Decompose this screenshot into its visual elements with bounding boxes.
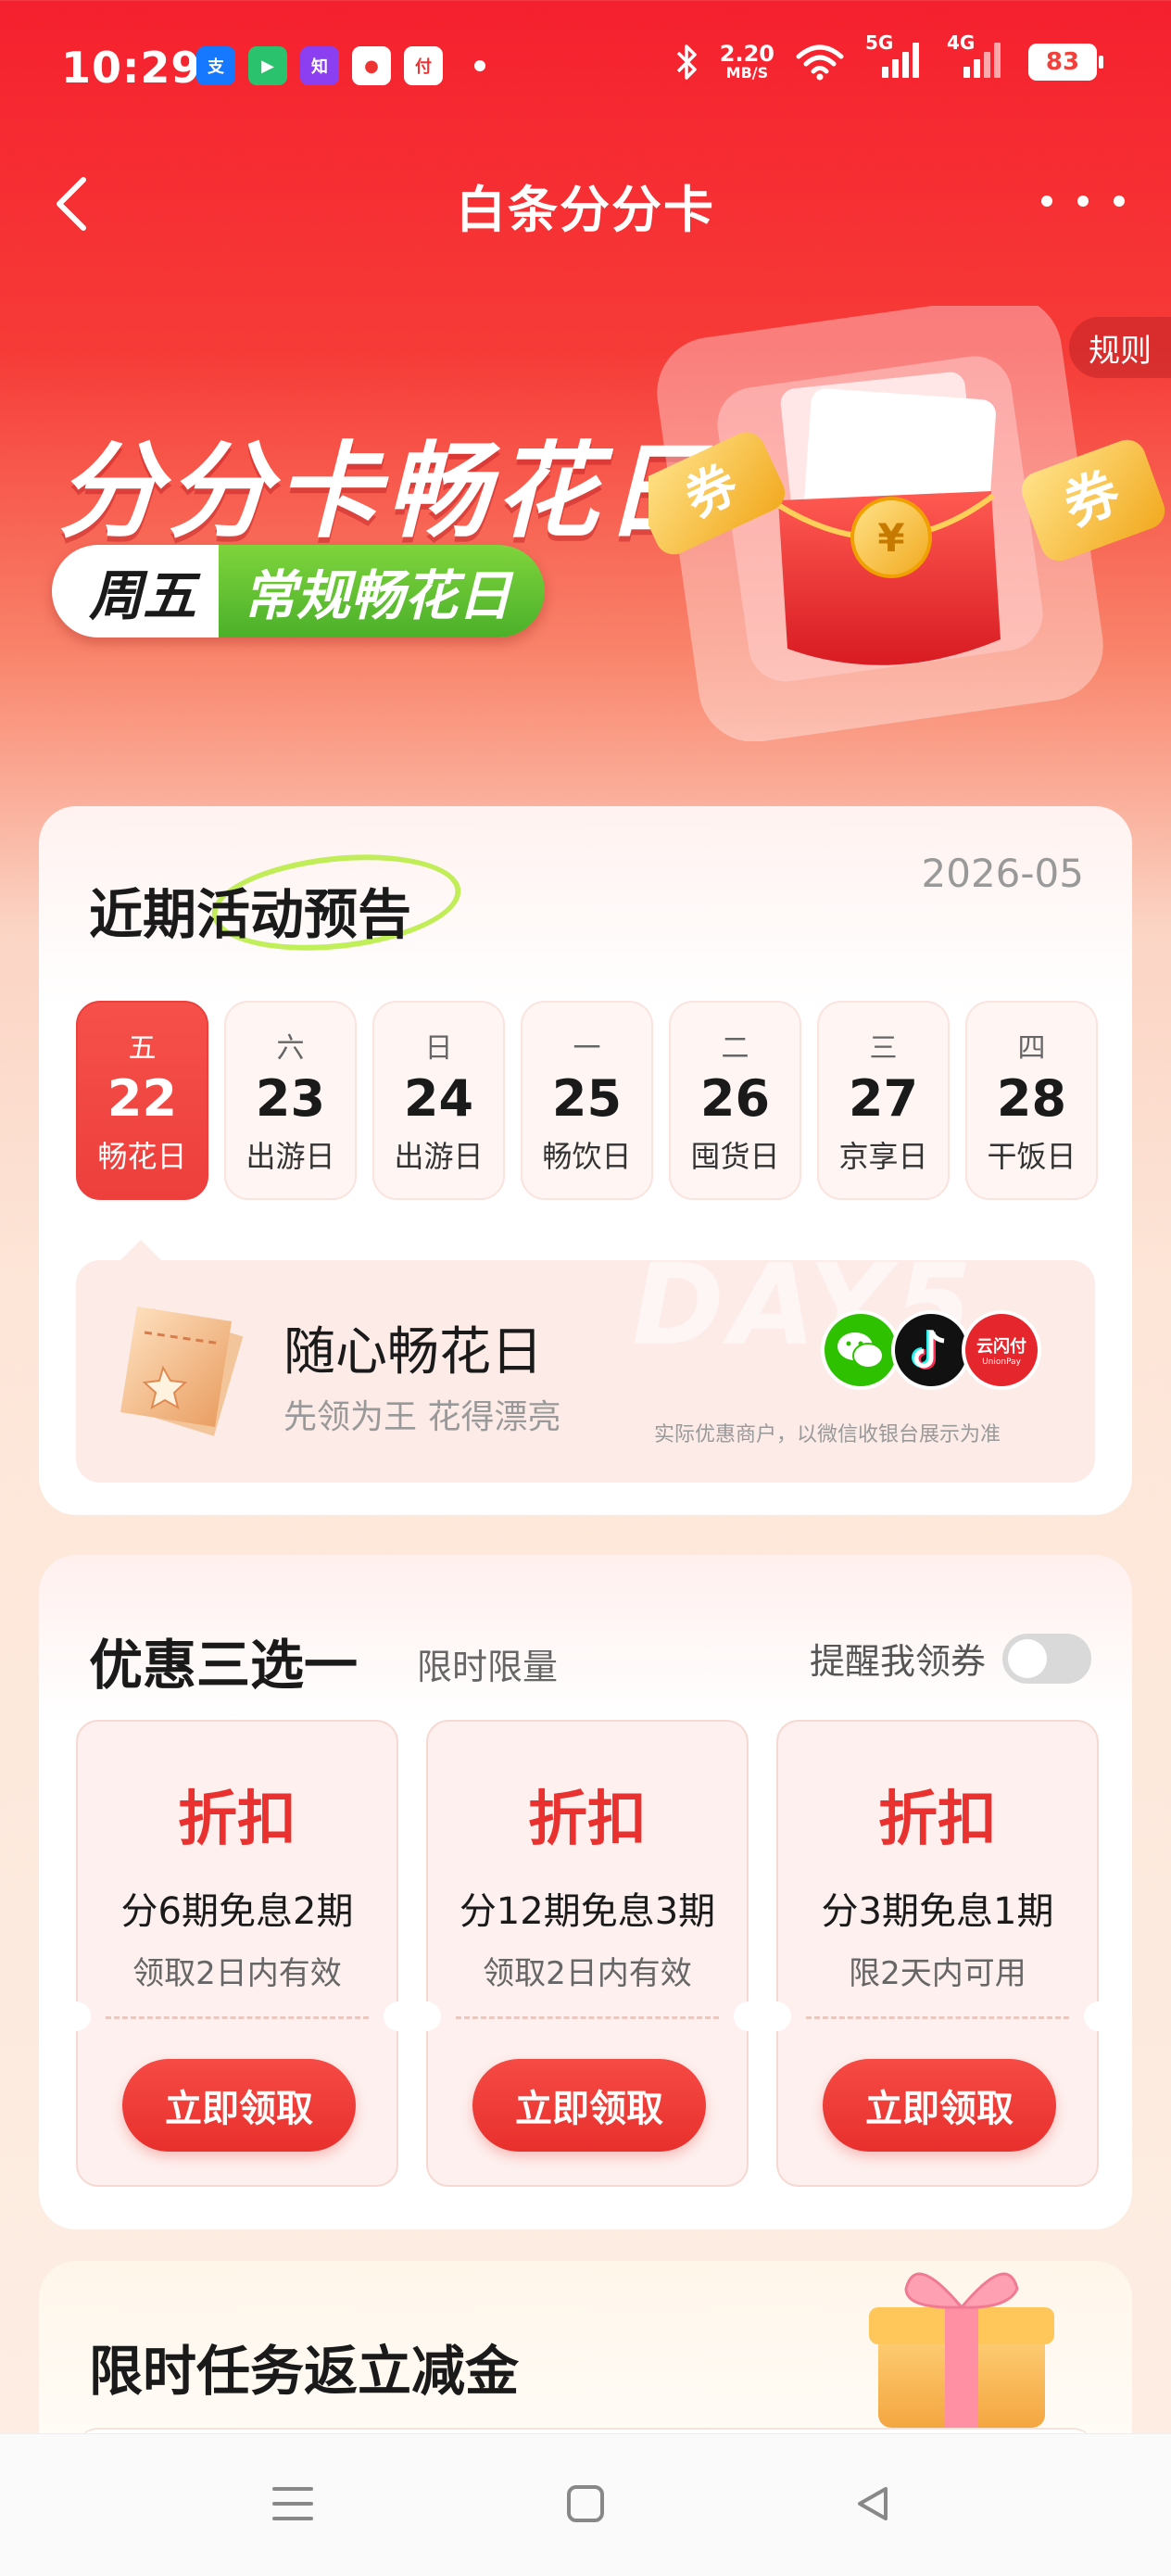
more-dot-icon <box>1041 196 1052 207</box>
coupon-item: 折扣 分12期免息3期 领取2日内有效 立即领取 <box>411 1720 763 2187</box>
promo-note: 实际优惠商户，以微信收银台展示为准 <box>653 1423 1001 1446</box>
ticket-icon <box>120 1307 244 1436</box>
nav-home-button[interactable] <box>548 2471 623 2536</box>
tasks-title: 限时任务返立减金 <box>89 2340 520 2403</box>
day-tab[interactable]: 一 25 畅饮日 <box>521 1001 653 1200</box>
remind-toggle[interactable] <box>1002 1633 1091 1684</box>
remind-label: 提醒我领券 <box>809 1641 986 1682</box>
claim-button[interactable]: 立即领取 <box>823 2059 1056 2152</box>
unionpay-icon: 云闪付 UnionPay <box>962 1310 1041 1390</box>
system-nav-bar <box>0 2433 1171 2576</box>
wechat-pay-icon <box>821 1310 900 1390</box>
douyin-icon <box>891 1310 971 1390</box>
remind-coupon-row: 提醒我领券 <box>810 1633 1091 1684</box>
signal-5g: 5G <box>865 32 926 83</box>
day-tab[interactable]: 日 24 出游日 <box>372 1001 505 1200</box>
more-notifications-dot <box>474 60 485 71</box>
coupon-validity: 限2天内可用 <box>849 1955 1026 1992</box>
activity-schedule-card: 近期活动预告 2026-05 五 22 畅花日 六 23 出游日 日 24 出游… <box>39 806 1132 1515</box>
coupon-choice-card: 优惠三选一 限时限量 提醒我领券 折扣 分6期免息2期 领取2日内有效 立即领取… <box>39 1555 1132 2229</box>
schedule-month: 2026-05 <box>921 851 1085 896</box>
more-options-button[interactable] <box>1041 178 1125 224</box>
claim-button[interactable]: 立即领取 <box>122 2059 356 2152</box>
wifi-icon <box>796 44 844 81</box>
nav-back-button[interactable] <box>836 2471 910 2536</box>
day-selector: 五 22 畅花日 六 23 出游日 日 24 出游日 一 25 畅饮日 二 26… <box>76 1001 1098 1200</box>
gift-box-icon <box>869 2272 1054 2428</box>
promo-title: 随心畅花日 <box>283 1322 543 1383</box>
status-time: 10:29 <box>61 43 202 93</box>
day-tab[interactable]: 四 28 干饭日 <box>965 1001 1098 1200</box>
nav-menu-button[interactable] <box>256 2471 330 2536</box>
day-promo-panel[interactable]: DAY5 随心畅花日 先领为王 花得漂亮 云闪付 UnionPay 实际优惠商户… <box>76 1240 1095 1483</box>
page-title: 白条分分卡 <box>456 181 715 239</box>
status-notification-icons: 支 ▶ 知 ● 付 <box>196 46 485 85</box>
coupon-section-title: 优惠三选一 <box>89 1634 359 1697</box>
coupon-desc: 分6期免息2期 <box>120 1890 354 1933</box>
battery-indicator: 83 <box>1028 44 1103 81</box>
coupon-desc: 分12期免息3期 <box>459 1890 716 1933</box>
coupon-validity: 领取2日内有效 <box>483 1955 692 1992</box>
coupon-list: 折扣 分6期免息2期 领取2日内有效 立即领取 折扣 分12期免息3期 领取2日… <box>61 1720 1114 2187</box>
day-tab[interactable]: 三 27 京享日 <box>817 1001 950 1200</box>
status-bar: 10:29 支 ▶ 知 ● 付 2.20 MB/S 5G 4G 83 <box>0 0 1171 139</box>
home-square-icon <box>567 2485 604 2522</box>
cartoon-icon: ● <box>352 46 391 85</box>
back-triangle-icon <box>858 2487 888 2520</box>
hero-day-pill: 周五 常规畅花日 <box>52 545 546 638</box>
day-tab[interactable]: 六 23 出游日 <box>224 1001 357 1200</box>
hero-pill-weekday: 周五 <box>52 545 220 638</box>
coupon-type: 折扣 <box>178 1786 296 1854</box>
promo-subtitle: 先领为王 花得漂亮 <box>283 1398 561 1436</box>
signal-4g: 4G <box>947 32 1008 83</box>
hero-title: 分分卡畅花日 <box>57 432 713 552</box>
day-tab[interactable]: 二 26 囤货日 <box>669 1001 801 1200</box>
claim-button[interactable]: 立即领取 <box>472 2059 706 2152</box>
svg-text:¥: ¥ <box>877 515 904 561</box>
coupon-section-subtitle: 限时限量 <box>417 1647 559 1687</box>
schedule-title: 近期活动预告 <box>89 883 412 946</box>
alipay-icon: 支 <box>196 46 235 85</box>
coupon-desc: 分3期免息1期 <box>821 1890 1054 1933</box>
zhibao-icon: 知 <box>300 46 339 85</box>
coupon-item: 折扣 分6期免息2期 领取2日内有效 立即领取 <box>61 1720 413 2187</box>
red-envelope-illustration: ¥ 券 券 <box>648 306 1165 741</box>
more-dot-icon <box>1077 196 1089 207</box>
hero-pill-label: 常规畅花日 <box>219 545 546 638</box>
payment-icon: 付 <box>404 46 443 85</box>
day-tab[interactable]: 五 22 畅花日 <box>76 1001 208 1200</box>
coupon-type: 折扣 <box>878 1786 997 1854</box>
network-speed: 2.20 MB/S <box>719 41 774 82</box>
payment-logos: 云闪付 UnionPay <box>821 1310 1041 1390</box>
bluetooth-icon <box>676 44 697 80</box>
menu-icon <box>272 2487 313 2520</box>
more-dot-icon <box>1114 196 1125 207</box>
coupon-item: 折扣 分3期免息1期 限2天内可用 立即领取 <box>762 1720 1114 2187</box>
coupon-validity: 领取2日内有效 <box>132 1955 342 1992</box>
video-icon: ▶ <box>248 46 287 85</box>
coupon-type: 折扣 <box>528 1786 647 1854</box>
